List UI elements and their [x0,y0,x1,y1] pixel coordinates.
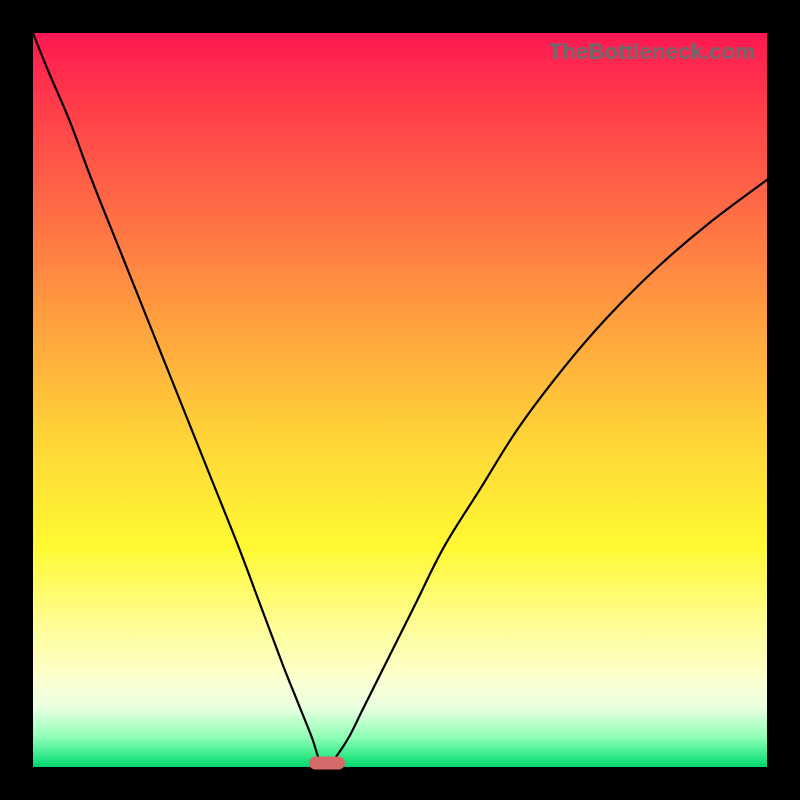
curve-right [327,180,767,767]
bottleneck-marker [309,757,345,770]
chart-frame: TheBottleneck.com [0,0,800,800]
curve-svg [33,33,767,767]
plot-area: TheBottleneck.com [33,33,767,767]
curve-left [33,33,327,767]
